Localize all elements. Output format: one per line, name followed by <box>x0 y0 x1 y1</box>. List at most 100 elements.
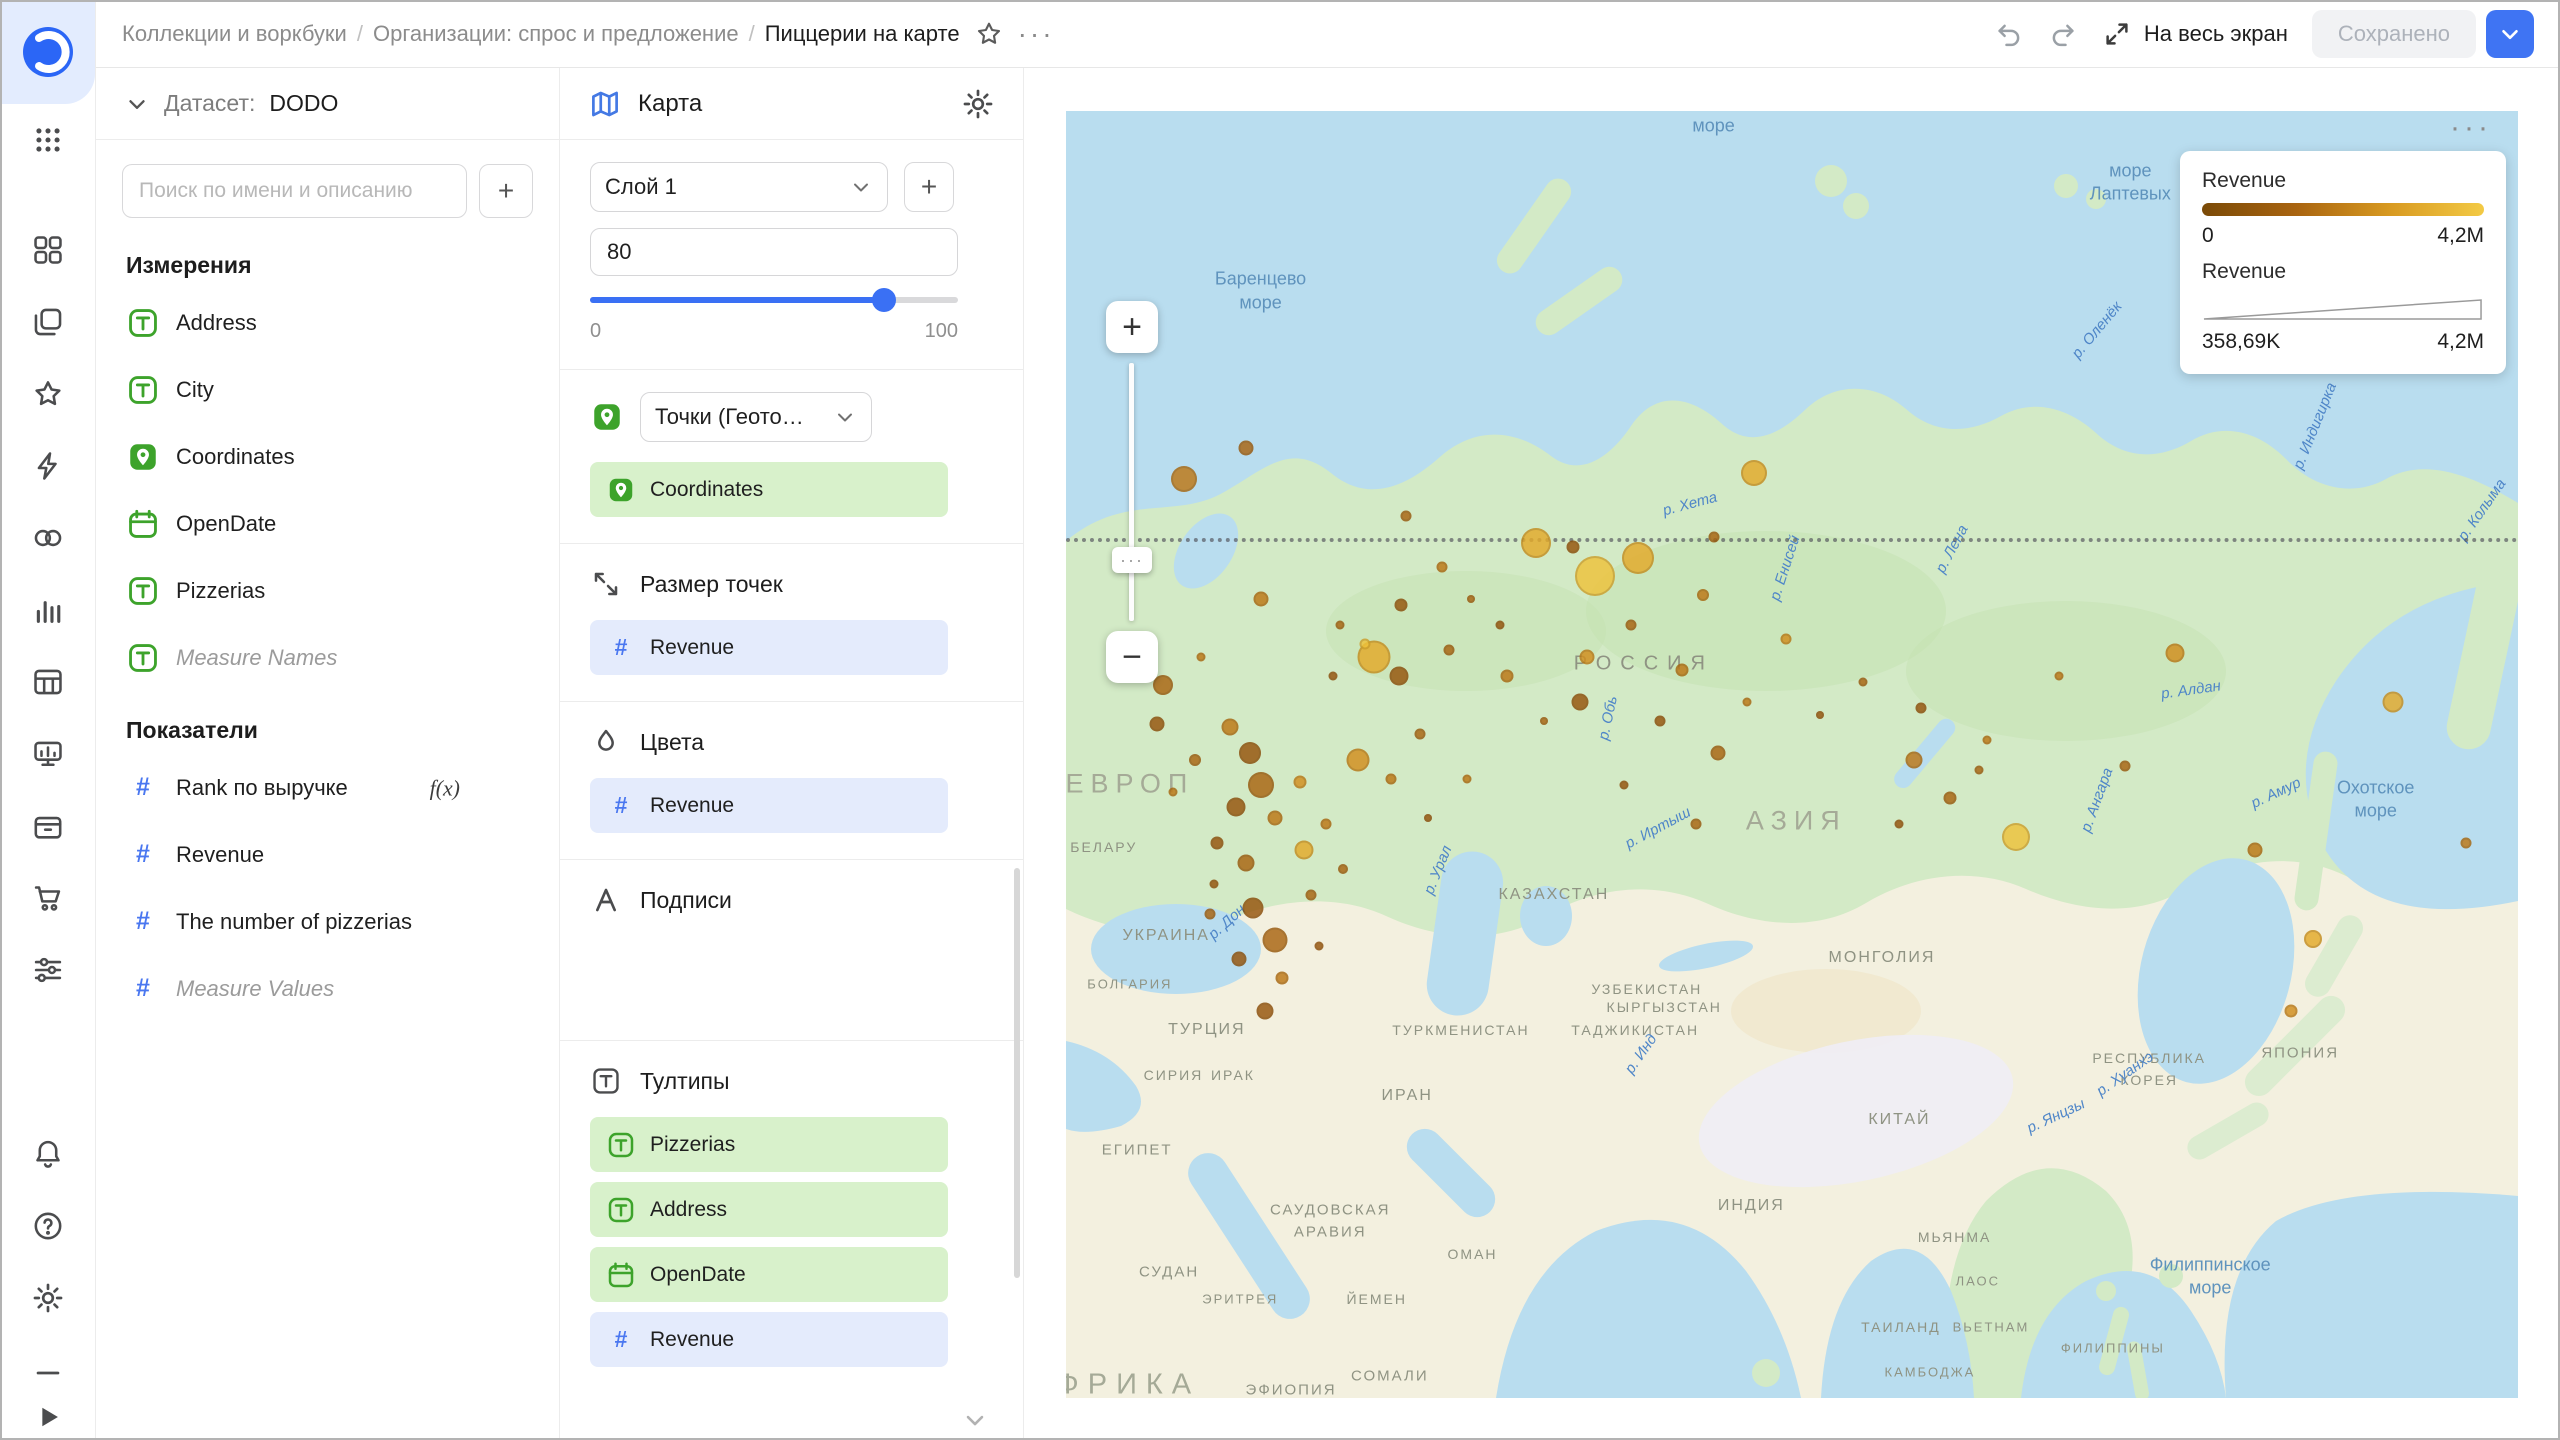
add-layer-button[interactable]: + <box>904 162 954 212</box>
rail-item-editor[interactable] <box>20 438 76 494</box>
rail-item-marketplace[interactable] <box>20 870 76 926</box>
rail-item-favorites[interactable] <box>20 366 76 422</box>
field-chip[interactable]: # Revenue <box>590 778 948 833</box>
map-bubble[interactable] <box>1943 791 1957 805</box>
map-bubble[interactable] <box>1247 772 1274 799</box>
map-bubble[interactable] <box>1619 780 1629 790</box>
map-bubble[interactable] <box>1294 840 1314 860</box>
map-bubble[interactable] <box>1443 644 1455 656</box>
field-row[interactable]: Address <box>96 289 559 356</box>
datalens-logo-icon[interactable] <box>21 25 75 79</box>
rail-item-storage[interactable] <box>20 798 76 854</box>
more-menu-icon[interactable]: ··· <box>1018 19 1055 48</box>
map-bubble[interactable] <box>1209 879 1219 889</box>
search-input[interactable] <box>122 164 467 218</box>
map-bubble[interactable] <box>1495 620 1505 629</box>
map-bubble[interactable] <box>1394 598 1408 612</box>
field-row[interactable]: Coordinates <box>96 423 559 490</box>
map-bubble[interactable] <box>1170 466 1197 493</box>
saved-button[interactable]: Сохранено <box>2311 9 2476 58</box>
map-canvas[interactable]: море море Лаптевых Баренцево море Охотское … <box>1066 111 2518 1398</box>
map-bubble[interactable] <box>1521 528 1552 559</box>
map-bubble[interactable] <box>2304 929 2323 948</box>
rail-item-tables[interactable] <box>20 654 76 710</box>
field-row[interactable]: # Revenue <box>96 821 559 888</box>
map-bubble[interactable] <box>1500 669 1514 683</box>
map-bubble[interactable] <box>1708 531 1720 543</box>
map-bubble[interactable] <box>1690 818 1702 830</box>
map-bubble[interactable] <box>2284 1004 2298 1018</box>
map-bubble[interactable] <box>2119 760 2130 772</box>
opacity-slider[interactable] <box>590 288 958 312</box>
field-row[interactable]: City <box>96 356 559 423</box>
map-bubble[interactable] <box>2165 643 2185 663</box>
map-bubble[interactable] <box>2001 822 2030 851</box>
map-bubble[interactable] <box>1305 889 1317 901</box>
map-bubble[interactable] <box>1221 718 1239 736</box>
layer-select[interactable]: Слой 1 <box>590 162 888 212</box>
map-bubble[interactable] <box>1622 541 1655 574</box>
map-bubble[interactable] <box>1414 728 1426 740</box>
rail-item-minus[interactable] <box>24 1352 72 1394</box>
field-chip[interactable]: OpenDate <box>590 1247 948 1302</box>
map-bubble[interactable] <box>2054 671 2064 681</box>
map-bubble[interactable] <box>1741 459 1768 486</box>
field-chip[interactable]: Coordinates <box>590 462 948 517</box>
map-bubble[interactable] <box>1625 619 1637 630</box>
map-bubble[interactable] <box>1697 588 1710 601</box>
map-bubble[interactable] <box>1539 717 1548 726</box>
field-row[interactable]: Measure Names <box>96 624 559 691</box>
map-bubble[interactable] <box>1346 748 1370 772</box>
map-bubble[interactable] <box>1149 716 1165 732</box>
map-bubble[interactable] <box>1905 751 1923 769</box>
rail-item-charts[interactable] <box>20 582 76 638</box>
map-bubble[interactable] <box>1256 1002 1274 1020</box>
map-bubble[interactable] <box>1338 864 1349 875</box>
breadcrumb-item[interactable]: Пиццерии на карте <box>765 21 960 47</box>
map-bubble[interactable] <box>1815 710 1824 719</box>
geotype-select[interactable]: Точки (Геото… <box>640 392 872 442</box>
map-bubble[interactable] <box>1915 702 1927 714</box>
rail-item-help[interactable] <box>20 1198 76 1254</box>
map-bubble[interactable] <box>2460 837 2472 849</box>
rail-item-gear[interactable] <box>20 1270 76 1326</box>
map-bubble[interactable] <box>1858 677 1868 687</box>
map-bubble[interactable] <box>1210 836 1224 850</box>
field-chip[interactable]: # Revenue <box>590 620 948 675</box>
map-bubble[interactable] <box>1400 510 1412 522</box>
map-bubble[interactable] <box>1335 620 1345 629</box>
map-bubble[interactable] <box>1153 675 1174 695</box>
breadcrumb-item[interactable]: Организации: спрос и предложение <box>373 21 739 47</box>
map-bubble[interactable] <box>1267 810 1283 826</box>
map-bubble[interactable] <box>1328 671 1338 681</box>
map-bubble[interactable] <box>1436 561 1448 573</box>
save-dropdown-button[interactable] <box>2486 9 2534 58</box>
field-chip[interactable]: Pizzerias <box>590 1117 948 1172</box>
scrollbar[interactable] <box>1014 868 1020 1278</box>
rail-item-play[interactable] <box>24 1396 72 1438</box>
map-bubble[interactable] <box>1237 854 1255 872</box>
map-bubble[interactable] <box>1275 971 1289 985</box>
apps-menu-button[interactable] <box>20 112 76 168</box>
undo-icon[interactable] <box>1994 19 2024 49</box>
map-bubble[interactable] <box>1710 745 1726 761</box>
map-bubble[interactable] <box>1654 715 1666 727</box>
field-row[interactable]: Pizzerias <box>96 557 559 624</box>
map-bubble[interactable] <box>1204 908 1216 920</box>
field-chip[interactable]: # Revenue <box>590 1312 948 1367</box>
field-row[interactable]: # Rank по выручке f(x) <box>96 754 559 821</box>
map-bubble[interactable] <box>1982 735 1992 745</box>
map-bubble[interactable] <box>1168 787 1178 797</box>
map-bubble[interactable] <box>1320 818 1332 830</box>
map-bubble[interactable] <box>1239 742 1262 765</box>
dataset-header[interactable]: Датасет: DODO <box>96 68 559 140</box>
zoom-out-button[interactable]: − <box>1106 631 1158 683</box>
map-bubble[interactable] <box>1253 591 1269 607</box>
map-bubble[interactable] <box>1314 941 1324 951</box>
map-bubble[interactable] <box>1894 819 1904 829</box>
map-bubble[interactable] <box>1462 774 1472 784</box>
rail-item-collections[interactable] <box>20 294 76 350</box>
rail-item-monitoring[interactable] <box>20 726 76 782</box>
favorite-star-icon[interactable] <box>974 19 1004 49</box>
map-bubble[interactable] <box>1974 765 1984 775</box>
